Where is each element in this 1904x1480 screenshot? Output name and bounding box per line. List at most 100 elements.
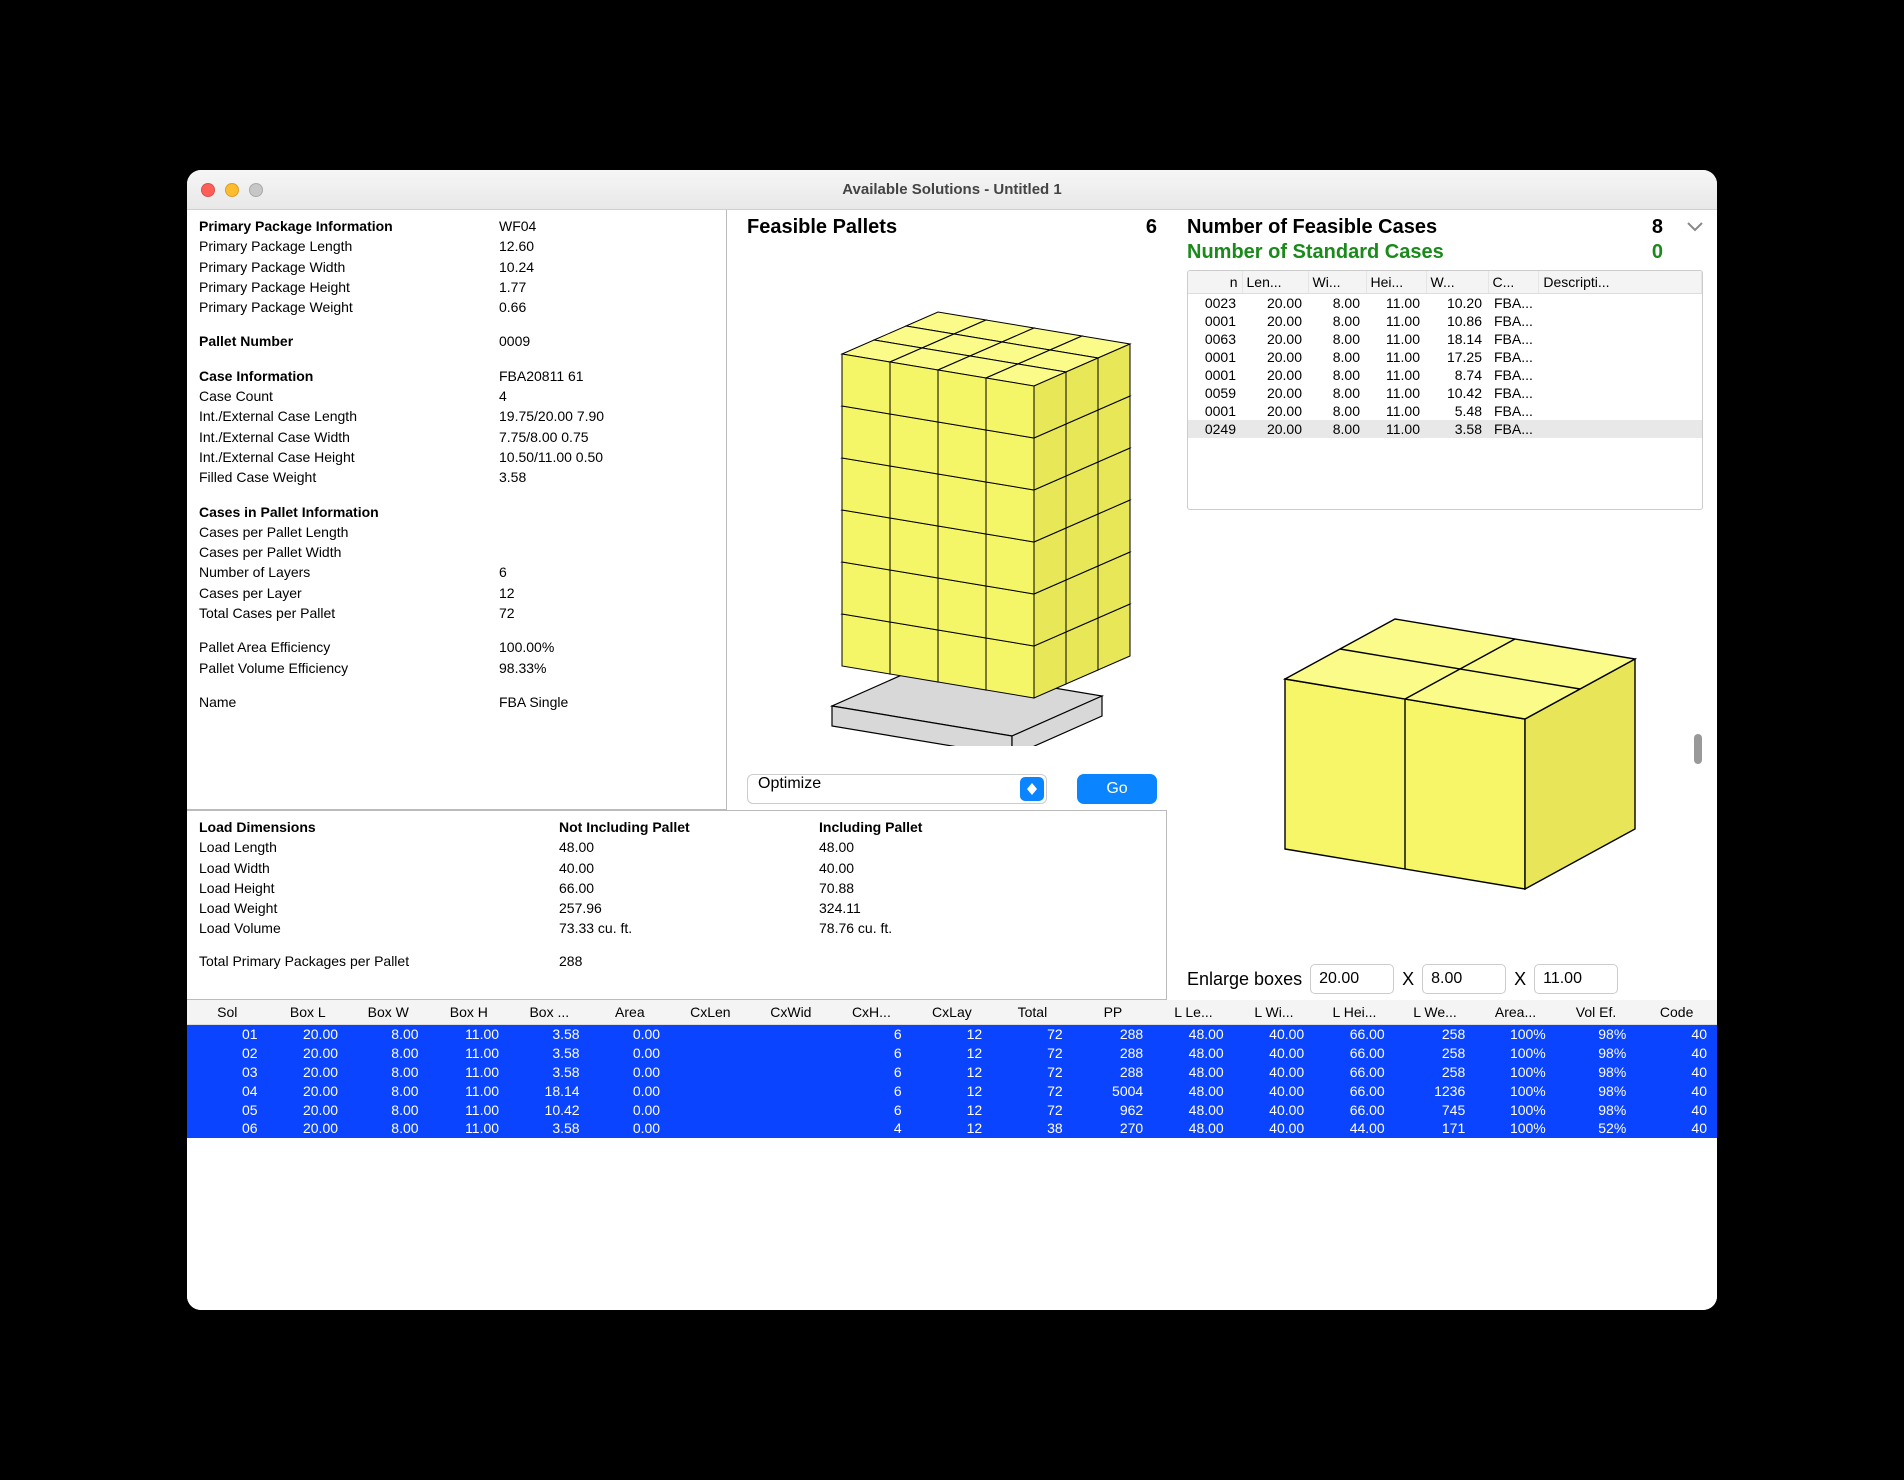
case-wid-label: Int./External Case Width bbox=[199, 427, 499, 447]
sol-col[interactable]: Sol bbox=[187, 1000, 268, 1025]
cases-row[interactable]: 000120.008.0011.0017.25FBA... bbox=[1188, 348, 1702, 366]
pp-width-value: 10.24 bbox=[499, 257, 534, 277]
area-eff-value: 100.00% bbox=[499, 637, 554, 657]
cases-row[interactable]: 005920.008.0011.0010.42FBA... bbox=[1188, 384, 1702, 402]
layers-value: 6 bbox=[499, 562, 507, 582]
sol-col[interactable]: Code bbox=[1636, 1000, 1717, 1025]
load-wid-a: 40.00 bbox=[559, 858, 819, 878]
cases-row[interactable]: 000120.008.0011.0010.86FBA... bbox=[1188, 312, 1702, 330]
pallet-num-label: Pallet Number bbox=[199, 331, 499, 351]
sol-col[interactable]: PP bbox=[1073, 1000, 1154, 1025]
sol-col[interactable]: Box H bbox=[429, 1000, 510, 1025]
sol-col[interactable]: Vol Ef. bbox=[1556, 1000, 1637, 1025]
load-hei-label: Load Height bbox=[199, 878, 559, 898]
sol-col[interactable]: L Le... bbox=[1153, 1000, 1234, 1025]
area-eff-label: Pallet Area Efficiency bbox=[199, 637, 499, 657]
sol-row[interactable]: 0420.008.0011.0018.140.0061272500448.004… bbox=[187, 1082, 1717, 1101]
col-n[interactable]: n bbox=[1188, 271, 1242, 294]
enlarge-x-input[interactable] bbox=[1310, 964, 1394, 994]
titlebar: Available Solutions - Untitled 1 bbox=[187, 170, 1717, 210]
col-c[interactable]: C... bbox=[1488, 271, 1539, 294]
feasible-pallets-label: Feasible Pallets bbox=[747, 216, 897, 239]
col-len[interactable]: Len... bbox=[1242, 271, 1308, 294]
case-header: Case Information bbox=[199, 366, 499, 386]
optimize-select[interactable]: Optimize bbox=[747, 774, 1047, 804]
sol-col[interactable]: Area... bbox=[1475, 1000, 1556, 1025]
sol-col[interactable]: Total bbox=[992, 1000, 1073, 1025]
cases-row[interactable]: 000120.008.0011.005.48FBA... bbox=[1188, 402, 1702, 420]
enlarge-label: Enlarge boxes bbox=[1187, 969, 1302, 990]
go-button[interactable]: Go bbox=[1077, 774, 1157, 804]
cases-row[interactable]: 024920.008.0011.003.58FBA... bbox=[1188, 420, 1702, 438]
col-hei[interactable]: Hei... bbox=[1366, 271, 1426, 294]
col-w[interactable]: W... bbox=[1426, 271, 1488, 294]
standard-cases-count: 0 bbox=[1652, 241, 1663, 264]
cases-row[interactable]: 006320.008.0011.0018.14FBA... bbox=[1188, 330, 1702, 348]
pp-length-label: Primary Package Length bbox=[199, 236, 499, 256]
load-wt-label: Load Weight bbox=[199, 898, 559, 918]
enlarge-y-input[interactable] bbox=[1422, 964, 1506, 994]
case-hei-value: 10.50/11.00 0.50 bbox=[499, 447, 603, 467]
vol-eff-label: Pallet Volume Efficiency bbox=[199, 658, 499, 678]
pp-width-label: Primary Package Width bbox=[199, 257, 499, 277]
load-wt-b: 324.11 bbox=[819, 898, 1154, 918]
content-area: Primary Package InformationWF04 Primary … bbox=[187, 210, 1717, 1310]
cases-row[interactable]: 002320.008.0011.0010.20FBA... bbox=[1188, 294, 1702, 313]
case-hei-label: Int./External Case Height bbox=[199, 447, 499, 467]
pp-length-value: 12.60 bbox=[499, 236, 534, 256]
sol-col[interactable]: Area bbox=[590, 1000, 671, 1025]
tpp-value: 288 bbox=[559, 951, 819, 971]
pp-height-value: 1.77 bbox=[499, 277, 526, 297]
sol-col[interactable]: Box W bbox=[348, 1000, 429, 1025]
name-value: FBA Single bbox=[499, 692, 568, 712]
standard-cases-label: Number of Standard Cases bbox=[1187, 241, 1444, 264]
sol-row[interactable]: 0220.008.0011.003.580.006127228848.0040.… bbox=[187, 1044, 1717, 1063]
optimize-value: Optimize bbox=[747, 774, 1047, 804]
pp-weight-label: Primary Package Weight bbox=[199, 297, 499, 317]
load-vol-a: 73.33 cu. ft. bbox=[559, 918, 819, 938]
case-len-value: 19.75/20.00 7.90 bbox=[499, 406, 604, 426]
cpw-label: Cases per Pallet Width bbox=[199, 542, 499, 562]
load-len-a: 48.00 bbox=[559, 837, 819, 857]
sol-row[interactable]: 0520.008.0011.0010.420.006127296248.0040… bbox=[187, 1101, 1717, 1120]
sol-row[interactable]: 0620.008.0011.003.580.004123827048.0040.… bbox=[187, 1119, 1717, 1138]
load-wt-a: 257.96 bbox=[559, 898, 819, 918]
sol-row[interactable]: 0320.008.0011.003.580.006127228848.0040.… bbox=[187, 1063, 1717, 1082]
x-sep-1: X bbox=[1402, 969, 1414, 990]
load-dim-label: Load Dimensions bbox=[199, 817, 559, 837]
scrollbar-thumb[interactable] bbox=[1694, 734, 1702, 764]
box-preview bbox=[1187, 510, 1703, 958]
cases-row[interactable]: 000120.008.0011.008.74FBA... bbox=[1188, 366, 1702, 384]
primary-header: Primary Package Information bbox=[199, 216, 499, 236]
feasible-cases-label: Number of Feasible Cases bbox=[1187, 216, 1437, 239]
load-wid-label: Load Width bbox=[199, 858, 559, 878]
pallet-num-value: 0009 bbox=[499, 331, 530, 351]
sol-col[interactable]: L We... bbox=[1395, 1000, 1476, 1025]
load-len-b: 48.00 bbox=[819, 837, 1154, 857]
sol-col[interactable]: CxWid bbox=[751, 1000, 832, 1025]
pallet-panel: Feasible Pallets 6 Optimize bbox=[727, 210, 1167, 810]
solutions-panel[interactable]: SolBox LBox WBox HBox ...AreaCxLenCxWidC… bbox=[187, 1000, 1717, 1310]
sol-col[interactable]: L Hei... bbox=[1314, 1000, 1395, 1025]
col-wi[interactable]: Wi... bbox=[1308, 271, 1366, 294]
total-cases-label: Total Cases per Pallet bbox=[199, 603, 499, 623]
cip-header: Cases in Pallet Information bbox=[199, 502, 499, 522]
sol-col[interactable]: CxLay bbox=[912, 1000, 993, 1025]
load-hei-b: 70.88 bbox=[819, 878, 1154, 898]
window-title: Available Solutions - Untitled 1 bbox=[187, 181, 1717, 198]
case-header-value: FBA20811 61 bbox=[499, 366, 584, 386]
chevron-down-icon[interactable] bbox=[1687, 220, 1703, 235]
app-window: Available Solutions - Untitled 1 Primary… bbox=[187, 170, 1717, 1310]
sol-col[interactable]: CxLen bbox=[670, 1000, 751, 1025]
sol-col[interactable]: Box ... bbox=[509, 1000, 590, 1025]
sol-col[interactable]: Box L bbox=[268, 1000, 349, 1025]
cases-panel: Number of Feasible Cases 8 Number of Sta… bbox=[1167, 210, 1717, 1000]
cplay-value: 12 bbox=[499, 583, 515, 603]
enlarge-z-input[interactable] bbox=[1534, 964, 1618, 994]
col-desc[interactable]: Descripti... bbox=[1539, 271, 1702, 294]
sol-col[interactable]: CxH... bbox=[831, 1000, 912, 1025]
sol-col[interactable]: L Wi... bbox=[1234, 1000, 1315, 1025]
cases-table[interactable]: n Len... Wi... Hei... W... C... Descript… bbox=[1187, 270, 1703, 510]
cpl-label: Cases per Pallet Length bbox=[199, 522, 499, 542]
sol-row[interactable]: 0120.008.0011.003.580.006127228848.0040.… bbox=[187, 1025, 1717, 1044]
